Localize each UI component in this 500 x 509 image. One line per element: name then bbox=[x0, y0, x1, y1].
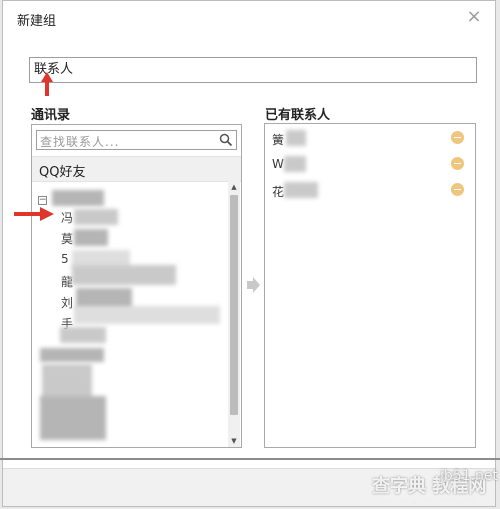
remove-member-icon[interactable] bbox=[451, 131, 464, 144]
dialog-title: 新建组 bbox=[17, 14, 57, 29]
blurred-contact-name bbox=[74, 229, 108, 246]
collapse-toggle-icon[interactable]: − bbox=[38, 196, 47, 205]
member-row[interactable]: 花 bbox=[265, 178, 475, 202]
blurred-member-name bbox=[284, 156, 306, 172]
watermark-line bbox=[0, 458, 500, 460]
scroll-thumb[interactable] bbox=[230, 195, 238, 415]
contact-item[interactable]: 莫 bbox=[61, 230, 73, 247]
contact-item[interactable]: 5 bbox=[61, 252, 69, 266]
contacts-panel: 查找联系人... QQ好友 − 冯 莫 5 龍 刘 手 ▲ ▼ bbox=[31, 124, 242, 448]
blurred-group-name bbox=[52, 190, 104, 206]
blurred-member-name bbox=[284, 182, 318, 198]
new-group-dialog: 新建组 × 联系人 通讯录 已有联系人 查找联系人... QQ好友 − 冯 莫 … bbox=[2, 0, 496, 507]
remove-member-icon[interactable] bbox=[451, 183, 464, 196]
blurred-member-name bbox=[286, 130, 306, 146]
member-row[interactable]: W bbox=[265, 152, 475, 176]
contacts-scrollbar[interactable]: ▲ ▼ bbox=[228, 181, 240, 447]
qq-friends-label: QQ好友 bbox=[39, 165, 86, 180]
contact-search-field[interactable]: 查找联系人... bbox=[36, 130, 237, 150]
search-placeholder: 查找联系人... bbox=[40, 135, 120, 149]
contacts-section-label: 通讯录 bbox=[31, 108, 71, 123]
blurred-group-name bbox=[42, 364, 92, 400]
members-panel: 簧 W 花 bbox=[264, 123, 476, 448]
member-name: W bbox=[272, 157, 284, 171]
blurred-contact-name bbox=[60, 327, 106, 343]
remove-member-icon[interactable] bbox=[451, 157, 464, 170]
close-icon[interactable]: × bbox=[464, 7, 484, 27]
members-section-label: 已有联系人 bbox=[265, 108, 331, 123]
group-name-input[interactable]: 联系人 bbox=[29, 57, 477, 83]
contact-tree: − 冯 莫 5 龍 刘 手 bbox=[32, 182, 228, 446]
contact-item[interactable]: 冯 bbox=[61, 209, 73, 226]
search-icon[interactable] bbox=[219, 133, 233, 147]
blurred-contact-name bbox=[74, 209, 118, 225]
blurred-group-name bbox=[40, 348, 104, 362]
member-row[interactable]: 簧 bbox=[265, 126, 475, 150]
contact-item[interactable]: 刘 bbox=[61, 294, 73, 311]
add-arrow-icon[interactable] bbox=[246, 277, 260, 293]
annotation-arrow-right-icon bbox=[14, 207, 54, 221]
qq-friends-group-header[interactable]: QQ好友 bbox=[32, 156, 241, 182]
annotation-arrow-up-icon bbox=[41, 72, 53, 96]
scroll-up-icon[interactable]: ▲ bbox=[228, 181, 240, 193]
member-name: 花 bbox=[272, 185, 285, 199]
blurred-contact-name bbox=[74, 306, 220, 324]
scroll-down-icon[interactable]: ▼ bbox=[228, 435, 240, 447]
member-name: 簧 bbox=[272, 133, 285, 147]
blurred-contact-name bbox=[72, 265, 176, 285]
dialog-titlebar: 新建组 × bbox=[3, 1, 495, 35]
watermark-sub: jiaocheng.chazidian.com bbox=[378, 496, 478, 505]
blurred-group-name bbox=[40, 396, 106, 440]
watermark-site: jb51.net bbox=[440, 468, 499, 484]
